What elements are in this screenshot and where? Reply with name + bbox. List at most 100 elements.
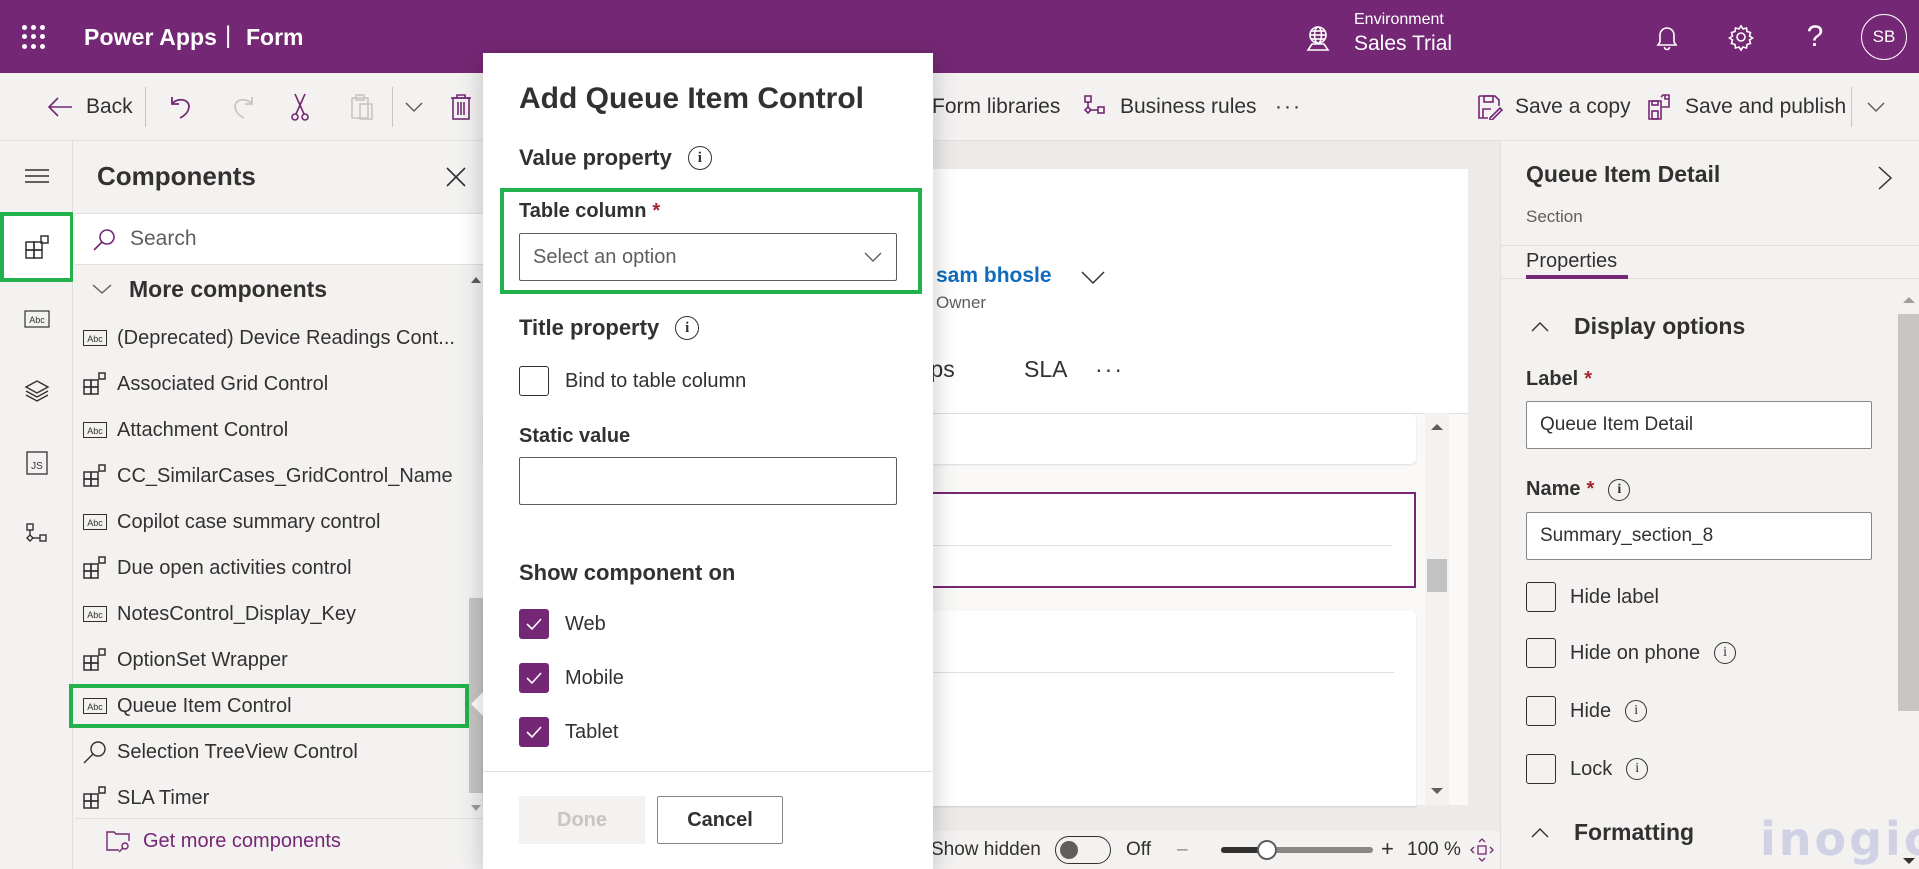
save-copy-button[interactable]: Save a copy (1477, 73, 1631, 141)
cut-button[interactable] (290, 73, 310, 141)
rail-components-button[interactable] (0, 212, 74, 282)
formatting-header[interactable]: Formatting (1526, 819, 1694, 846)
table-column-dropdown[interactable]: Select an option (519, 233, 897, 281)
component-item[interactable]: OptionSet Wrapper (81, 638, 464, 682)
more-commands-button[interactable]: ··· (1275, 73, 1302, 141)
info-icon[interactable]: i (675, 316, 700, 340)
get-more-components-link[interactable]: Get more components (105, 829, 341, 853)
rail-table-columns-button[interactable]: Abc (0, 284, 73, 354)
checkbox[interactable] (1526, 696, 1556, 726)
components-panel: Components More components Abc (Deprecate… (69, 141, 483, 869)
save-publish-button[interactable]: Save and publish (1647, 73, 1846, 141)
component-item[interactable]: Abc Copilot case summary control (81, 500, 464, 544)
component-item-selected[interactable]: Abc Queue Item Control (69, 684, 469, 728)
form-libraries-button[interactable]: Form libraries (932, 73, 1060, 141)
rail-business-rules-button[interactable] (0, 500, 73, 570)
checkbox-hide-label[interactable]: Hide label (1526, 582, 1659, 612)
checkbox[interactable] (1526, 638, 1556, 668)
scrollbar-thumb[interactable] (1898, 314, 1919, 711)
scroll-up-arrow-icon[interactable] (1903, 296, 1915, 304)
done-button[interactable]: Done (519, 796, 645, 844)
form-tab-sla[interactable]: SLA (1024, 356, 1067, 383)
scroll-up-arrow-icon[interactable] (1431, 423, 1443, 431)
undo-button[interactable] (168, 73, 194, 141)
environment-icon[interactable] (1304, 24, 1332, 52)
properties-scrollbar[interactable] (1898, 291, 1919, 869)
info-icon[interactable]: i (1608, 478, 1631, 501)
checkbox[interactable] (1526, 754, 1556, 784)
paste-options-dropdown[interactable] (404, 73, 424, 141)
properties-subtitle: Section (1526, 207, 1583, 226)
component-item[interactable]: Abc Attachment Control (81, 408, 464, 452)
show-on-tablet-checkbox[interactable]: Tablet (519, 717, 618, 747)
zoom-slider-thumb[interactable] (1256, 840, 1277, 860)
checkbox[interactable] (519, 663, 549, 693)
static-value-input[interactable] (519, 457, 897, 505)
info-icon[interactable]: i (687, 146, 712, 170)
checkbox-lock[interactable]: Lock i (1526, 754, 1649, 784)
more-components-group-header[interactable]: More components (83, 269, 327, 309)
checkbox[interactable] (519, 609, 549, 639)
form-tab-more[interactable]: ··· (1095, 356, 1124, 383)
checkbox[interactable] (519, 717, 549, 747)
help-icon[interactable]: ? (1800, 22, 1830, 52)
info-icon[interactable]: i (1626, 758, 1649, 780)
show-hidden-toggle[interactable] (1055, 836, 1111, 864)
display-options-header[interactable]: Display options (1526, 313, 1745, 340)
user-avatar[interactable]: SB (1861, 14, 1907, 60)
show-on-mobile-checkbox[interactable]: Mobile (519, 663, 624, 693)
rail-menu-button[interactable] (0, 141, 73, 211)
component-item[interactable]: Abc NotesControl_Display_Key (81, 592, 464, 636)
zoom-out-button[interactable]: – (1177, 839, 1188, 861)
chevron-down-icon[interactable] (1080, 270, 1106, 286)
business-rules-button[interactable]: Business rules (1082, 73, 1257, 141)
zoom-in-button[interactable]: + (1381, 836, 1394, 862)
paste-button[interactable] (350, 73, 374, 141)
scroll-down-arrow-icon[interactable] (1431, 787, 1443, 795)
redo-button[interactable] (230, 73, 256, 141)
label-input[interactable] (1526, 401, 1872, 449)
settings-gear-icon[interactable] (1726, 22, 1756, 52)
component-item[interactable]: Abc (Deprecated) Device Readings Cont... (81, 316, 464, 360)
chevron-right-icon[interactable] (1877, 165, 1893, 191)
component-item[interactable]: Due open activities control (81, 546, 464, 590)
name-input[interactable] (1526, 512, 1872, 560)
checkbox-hide-on-phone[interactable]: Hide on phone i (1526, 638, 1737, 668)
component-item[interactable]: CC_SimilarCases_GridControl_Name (81, 454, 464, 498)
checkbox[interactable] (519, 366, 549, 396)
save-options-dropdown[interactable] (1866, 73, 1886, 141)
info-icon[interactable]: i (1625, 700, 1648, 722)
environment-name[interactable]: Sales Trial (1354, 32, 1452, 56)
scrollbar-thumb[interactable] (1427, 559, 1447, 592)
component-item[interactable]: Selection TreeView Control (81, 730, 464, 774)
redo-icon (234, 97, 253, 119)
app-launcher-icon[interactable] (22, 25, 46, 49)
zoom-slider[interactable] (1221, 840, 1373, 860)
chevron-down-icon (405, 102, 423, 113)
component-item-label: Attachment Control (117, 418, 289, 441)
canvas-scrollbar[interactable] (1425, 413, 1449, 805)
scroll-down-arrow-icon[interactable] (471, 804, 481, 812)
checkbox-hide[interactable]: Hide i (1526, 696, 1648, 726)
chevron-down-icon (864, 252, 882, 262)
show-on-web-checkbox[interactable]: Web (519, 609, 606, 639)
close-icon[interactable] (443, 164, 469, 190)
tab-properties[interactable]: Properties (1526, 250, 1617, 273)
rail-tree-view-button[interactable] (0, 356, 73, 426)
search-input[interactable] (130, 224, 460, 254)
fit-to-screen-icon[interactable] (1469, 837, 1495, 863)
notifications-bell-icon[interactable] (1652, 22, 1682, 52)
rail-form-libraries-button[interactable]: JS (0, 428, 73, 498)
info-icon[interactable]: i (1714, 642, 1737, 664)
svg-text:JS: JS (31, 461, 43, 472)
cancel-button[interactable]: Cancel (657, 796, 783, 844)
component-item[interactable]: Associated Grid Control (81, 362, 464, 406)
scroll-up-arrow-icon[interactable] (471, 276, 481, 284)
checkbox[interactable] (1526, 582, 1556, 612)
component-item[interactable]: SLA Timer (81, 776, 464, 820)
delete-button[interactable] (450, 73, 472, 141)
components-scrollbar[interactable] (469, 276, 483, 814)
owner-name-link[interactable]: sam bhosle (936, 264, 1052, 288)
back-button[interactable]: Back (46, 73, 133, 141)
bind-to-column-checkbox[interactable]: Bind to table column (519, 366, 746, 396)
